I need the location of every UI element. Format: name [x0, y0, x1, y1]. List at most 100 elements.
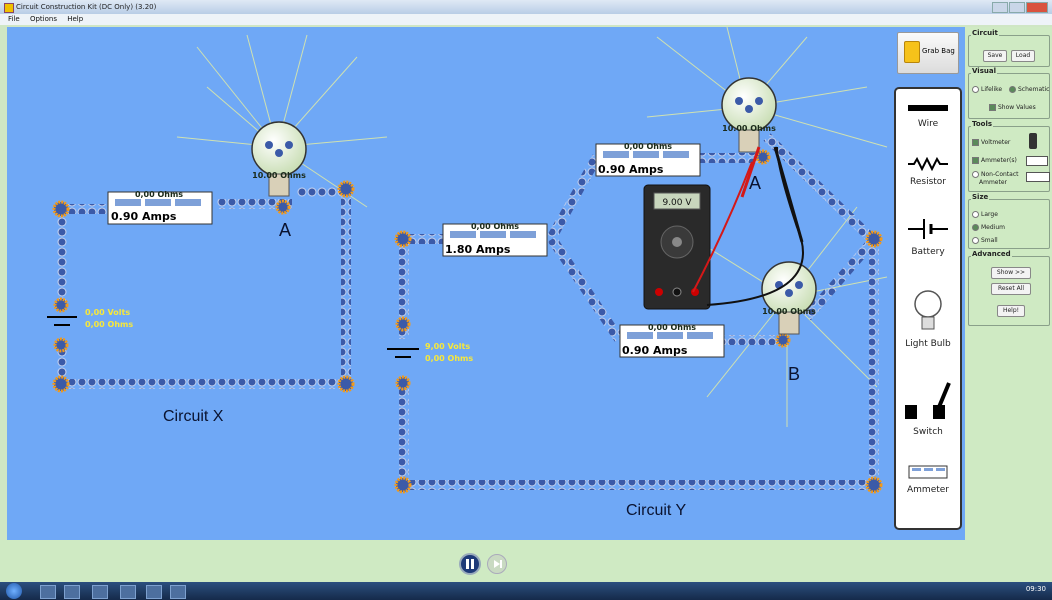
- tool-ammeter-label: Ammeter: [907, 485, 949, 495]
- lifelike-radio-label: Lifelike: [981, 86, 1003, 93]
- taskbar-app-4[interactable]: [120, 585, 136, 599]
- minimize-button[interactable]: [992, 2, 1008, 13]
- taskbar-app-6[interactable]: [170, 585, 186, 599]
- ammeters-checkbox[interactable]: Ammeter(s): [972, 157, 1017, 164]
- ammeter-tool-icon: [1026, 156, 1048, 166]
- size-large-radio[interactable]: Large: [972, 211, 998, 218]
- voltmeter-tool-icon: [1029, 133, 1037, 149]
- tool-switch-label: Switch: [913, 427, 943, 437]
- tool-resistor-label: Resistor: [910, 177, 946, 187]
- size-large-label: Large: [981, 211, 998, 218]
- tool-ammeter[interactable]: Ammeter: [896, 465, 960, 495]
- circuit-y-battery-ohms: 0,00 Ohms: [425, 354, 473, 363]
- grab-bag-label: Grab Bag: [922, 47, 955, 55]
- taskbar-app-1[interactable]: [40, 585, 56, 599]
- voltmeter-check-indicator: [972, 139, 979, 146]
- app-icon: [4, 3, 14, 13]
- voltmeter-checkbox[interactable]: Voltmeter: [972, 139, 1010, 146]
- os-taskbar: 09:30: [0, 582, 1052, 600]
- circuit-y-bulb-a-value: 10.00 Ohms: [722, 124, 776, 133]
- control-panel: Circuit Save Load Visual Lifelike Schema…: [965, 27, 1052, 540]
- noncontact-ammeter-radio[interactable]: Non-Contact: [972, 171, 1018, 178]
- grab-bag-button[interactable]: Grab Bag: [897, 32, 959, 74]
- noncontact-ammeter-icon: [1026, 172, 1050, 182]
- lifelike-radio[interactable]: Lifelike: [972, 86, 1002, 93]
- circuit-x-ammeter-ohms: 0,00 Ohms: [135, 190, 183, 199]
- tools-group-title: Tools: [971, 120, 994, 128]
- ammeters-label: Ammeter(s): [981, 157, 1017, 164]
- schematic-radio[interactable]: Schematic: [1009, 86, 1049, 93]
- menu-help[interactable]: Help: [67, 15, 83, 23]
- circuit-y-bulb-b[interactable]: [761, 261, 817, 335]
- size-medium-radio[interactable]: Medium: [972, 224, 1005, 231]
- menu-options[interactable]: Options: [30, 15, 57, 23]
- help-button[interactable]: Help!: [997, 305, 1025, 317]
- tool-light-bulb[interactable]: Light Bulb: [896, 289, 960, 349]
- size-small-radio[interactable]: Small: [972, 237, 998, 244]
- circuit-y-bottom-ohms: 0,00 Ohms: [648, 323, 696, 332]
- pause-icon: [466, 559, 474, 569]
- pause-button[interactable]: [459, 553, 481, 575]
- tool-switch[interactable]: Switch: [896, 381, 960, 437]
- circuit-y-bulb-a-label: A: [749, 173, 762, 193]
- taskbar-app-3[interactable]: [92, 585, 108, 599]
- tool-wire-label: Wire: [917, 119, 939, 129]
- tool-battery-label: Battery: [911, 247, 945, 257]
- circuit-x-battery-ohms: 0,00 Ohms: [85, 320, 133, 329]
- close-button[interactable]: [1026, 2, 1048, 13]
- lifelike-radio-indicator: [972, 86, 979, 93]
- ammeter-icon: [908, 465, 948, 479]
- circuit-x-bulb[interactable]: [251, 121, 307, 197]
- tool-resistor[interactable]: Resistor: [896, 156, 960, 187]
- menu-file[interactable]: File: [8, 15, 20, 23]
- circuit-x-battery-volts: 0,00 Volts: [85, 308, 130, 317]
- window-title: Circuit Construction Kit (DC Only) (3.20…: [16, 3, 157, 11]
- size-small-indicator: [972, 237, 979, 244]
- noncontact-label-1: Non-Contact: [981, 171, 1019, 178]
- circuit-x-battery[interactable]: [47, 316, 77, 326]
- taskbar-clock: 09:30: [1025, 585, 1046, 593]
- circuit-group-title: Circuit: [971, 29, 999, 37]
- circuit-y-top-ohms: 0,00 Ohms: [624, 142, 672, 151]
- load-button[interactable]: Load: [1011, 50, 1035, 62]
- circuit-y-battery[interactable]: [387, 348, 419, 358]
- light-bulb-icon: [914, 290, 942, 330]
- circuit-x-bulb-value: 10.00 Ohms: [252, 171, 306, 180]
- step-icon: [494, 560, 502, 568]
- show-advanced-button[interactable]: Show >>: [991, 267, 1031, 279]
- schematic-radio-label: Schematic: [1018, 86, 1050, 93]
- circuit-y-battery-volts: 9,00 Volts: [425, 342, 470, 351]
- start-button[interactable]: [6, 583, 22, 599]
- circuit-x-ammeter-amps: 0.90 Amps: [111, 210, 177, 223]
- menu-bar: File Options Help: [0, 14, 1052, 25]
- reset-all-button[interactable]: Reset All: [991, 283, 1031, 295]
- save-button[interactable]: Save: [983, 50, 1007, 62]
- show-values-checkbox[interactable]: Show Values: [989, 104, 1036, 111]
- circuit-y-junctions[interactable]: [394, 149, 883, 494]
- switch-icon: [905, 382, 951, 419]
- voltmeter-label: Voltmeter: [981, 139, 1011, 146]
- tool-light-bulb-label: Light Bulb: [905, 339, 951, 349]
- circuit-x-label: Circuit X: [163, 408, 224, 425]
- circuit-workspace[interactable]: 0,00 Ohms 0.90 Amps 10.00 Ohms 0,00 Volt…: [7, 27, 965, 540]
- tool-wire[interactable]: Wire: [896, 103, 960, 129]
- step-button[interactable]: [487, 554, 507, 574]
- size-small-label: Small: [981, 237, 998, 244]
- noncontact-radio-indicator: [972, 171, 979, 178]
- taskbar-app-2[interactable]: [64, 585, 80, 599]
- noncontact-label-2: Ammeter: [979, 179, 1007, 186]
- tools-group: Tools Voltmeter Ammeter(s) Non-Contact A…: [968, 120, 1050, 192]
- tool-battery[interactable]: Battery: [896, 217, 960, 257]
- maximize-button[interactable]: [1009, 2, 1025, 13]
- battery-icon: [908, 219, 948, 239]
- visual-group-title: Visual: [971, 67, 997, 75]
- taskbar-app-5[interactable]: [146, 585, 162, 599]
- circuit-canvas[interactable]: 0,00 Ohms 0.90 Amps 10.00 Ohms 0,00 Volt…: [7, 27, 965, 540]
- circuit-y-bulb-b-value: 10.00 Ohms: [762, 307, 816, 316]
- circuit-y-top-amps: 0.90 Amps: [598, 163, 664, 176]
- circuit-x-bulb-label: A: [279, 220, 292, 240]
- wire-icon: [908, 105, 948, 111]
- size-medium-indicator: [972, 224, 979, 231]
- circuit-y-bulb-b-label: B: [788, 364, 801, 384]
- resistor-icon: [908, 156, 948, 172]
